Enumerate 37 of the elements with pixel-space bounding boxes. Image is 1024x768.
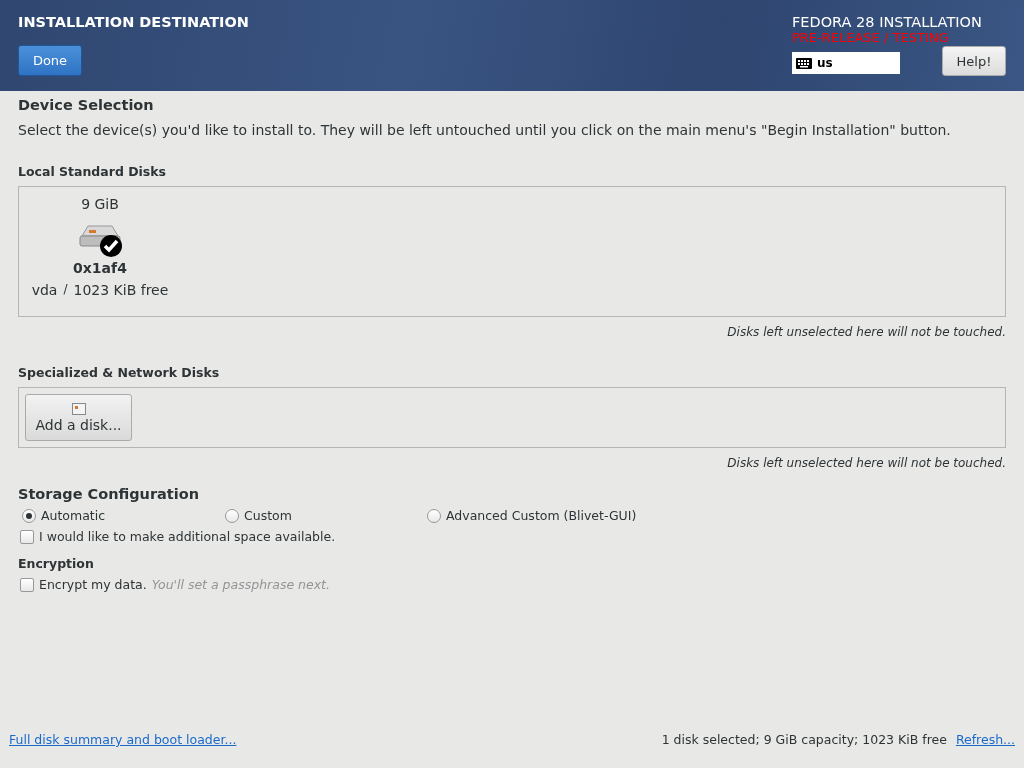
disk-summary-link[interactable]: Full disk summary and boot loader... <box>9 732 237 747</box>
disk-item[interactable]: 9 GiB 0x1af4 vda / 1023 KiB free <box>31 196 169 298</box>
checkbox[interactable] <box>20 577 34 592</box>
radio-button[interactable] <box>22 508 36 523</box>
product-title: FEDORA 28 INSTALLATION <box>792 14 983 30</box>
separator-text: / <box>63 282 68 298</box>
status-text: 1 disk selected; 9 GiB capacity; 1023 KiB free <box>661 732 947 747</box>
checkbox-option[interactable]: I would like to make additional space available. <box>18 529 1006 544</box>
checkbox-option[interactable]: Encrypt my data. <box>20 577 147 592</box>
keyboard-icon <box>796 57 812 69</box>
checkbox[interactable] <box>20 529 34 544</box>
note-text: Disks left unselected here will not be touched. <box>726 325 1006 339</box>
description-text: Select the device(s) you'd like to install to. They will be left untouched until you click on the main menu's "Begin Installation" button. <box>18 122 952 138</box>
hint-text: You'll set a passphrase next. <box>151 577 330 592</box>
done-button[interactable]: Done <box>18 45 82 76</box>
keyboard-layout-indicator[interactable]: us <box>792 52 900 74</box>
section-heading: Specialized & Network Disks <box>18 365 221 380</box>
help-button[interactable]: Help! <box>942 46 1006 76</box>
keyboard-layout-label: us <box>817 56 833 70</box>
note-text: Disks left unselected here will not be touched. <box>726 456 1006 470</box>
device-name: vda <box>31 282 58 298</box>
radio-option[interactable]: Custom <box>225 508 427 523</box>
section-heading: Storage Configuration <box>18 486 201 502</box>
screen-title: INSTALLATION DESTINATION <box>18 14 249 30</box>
radio-button[interactable] <box>225 508 239 523</box>
section-heading: Local Standard Disks <box>18 164 168 179</box>
free-space: 1023 KiB free <box>73 282 169 298</box>
disk-size: 9 GiB <box>81 196 119 212</box>
section-heading: Device Selection <box>18 97 155 113</box>
refresh-link[interactable]: Refresh... <box>955 732 1015 747</box>
prerelease-label: PRE-RELEASE / TESTING <box>792 30 950 45</box>
disk-name: 0x1af4 <box>73 260 127 276</box>
radio-option[interactable]: Advanced Custom (Blivet-GUI) <box>427 508 637 523</box>
radio-button[interactable] <box>427 508 441 523</box>
add-disk-button[interactable]: Add a disk... <box>25 394 132 441</box>
section-heading: Encryption <box>18 556 95 571</box>
radio-option[interactable]: Automatic <box>22 508 225 523</box>
